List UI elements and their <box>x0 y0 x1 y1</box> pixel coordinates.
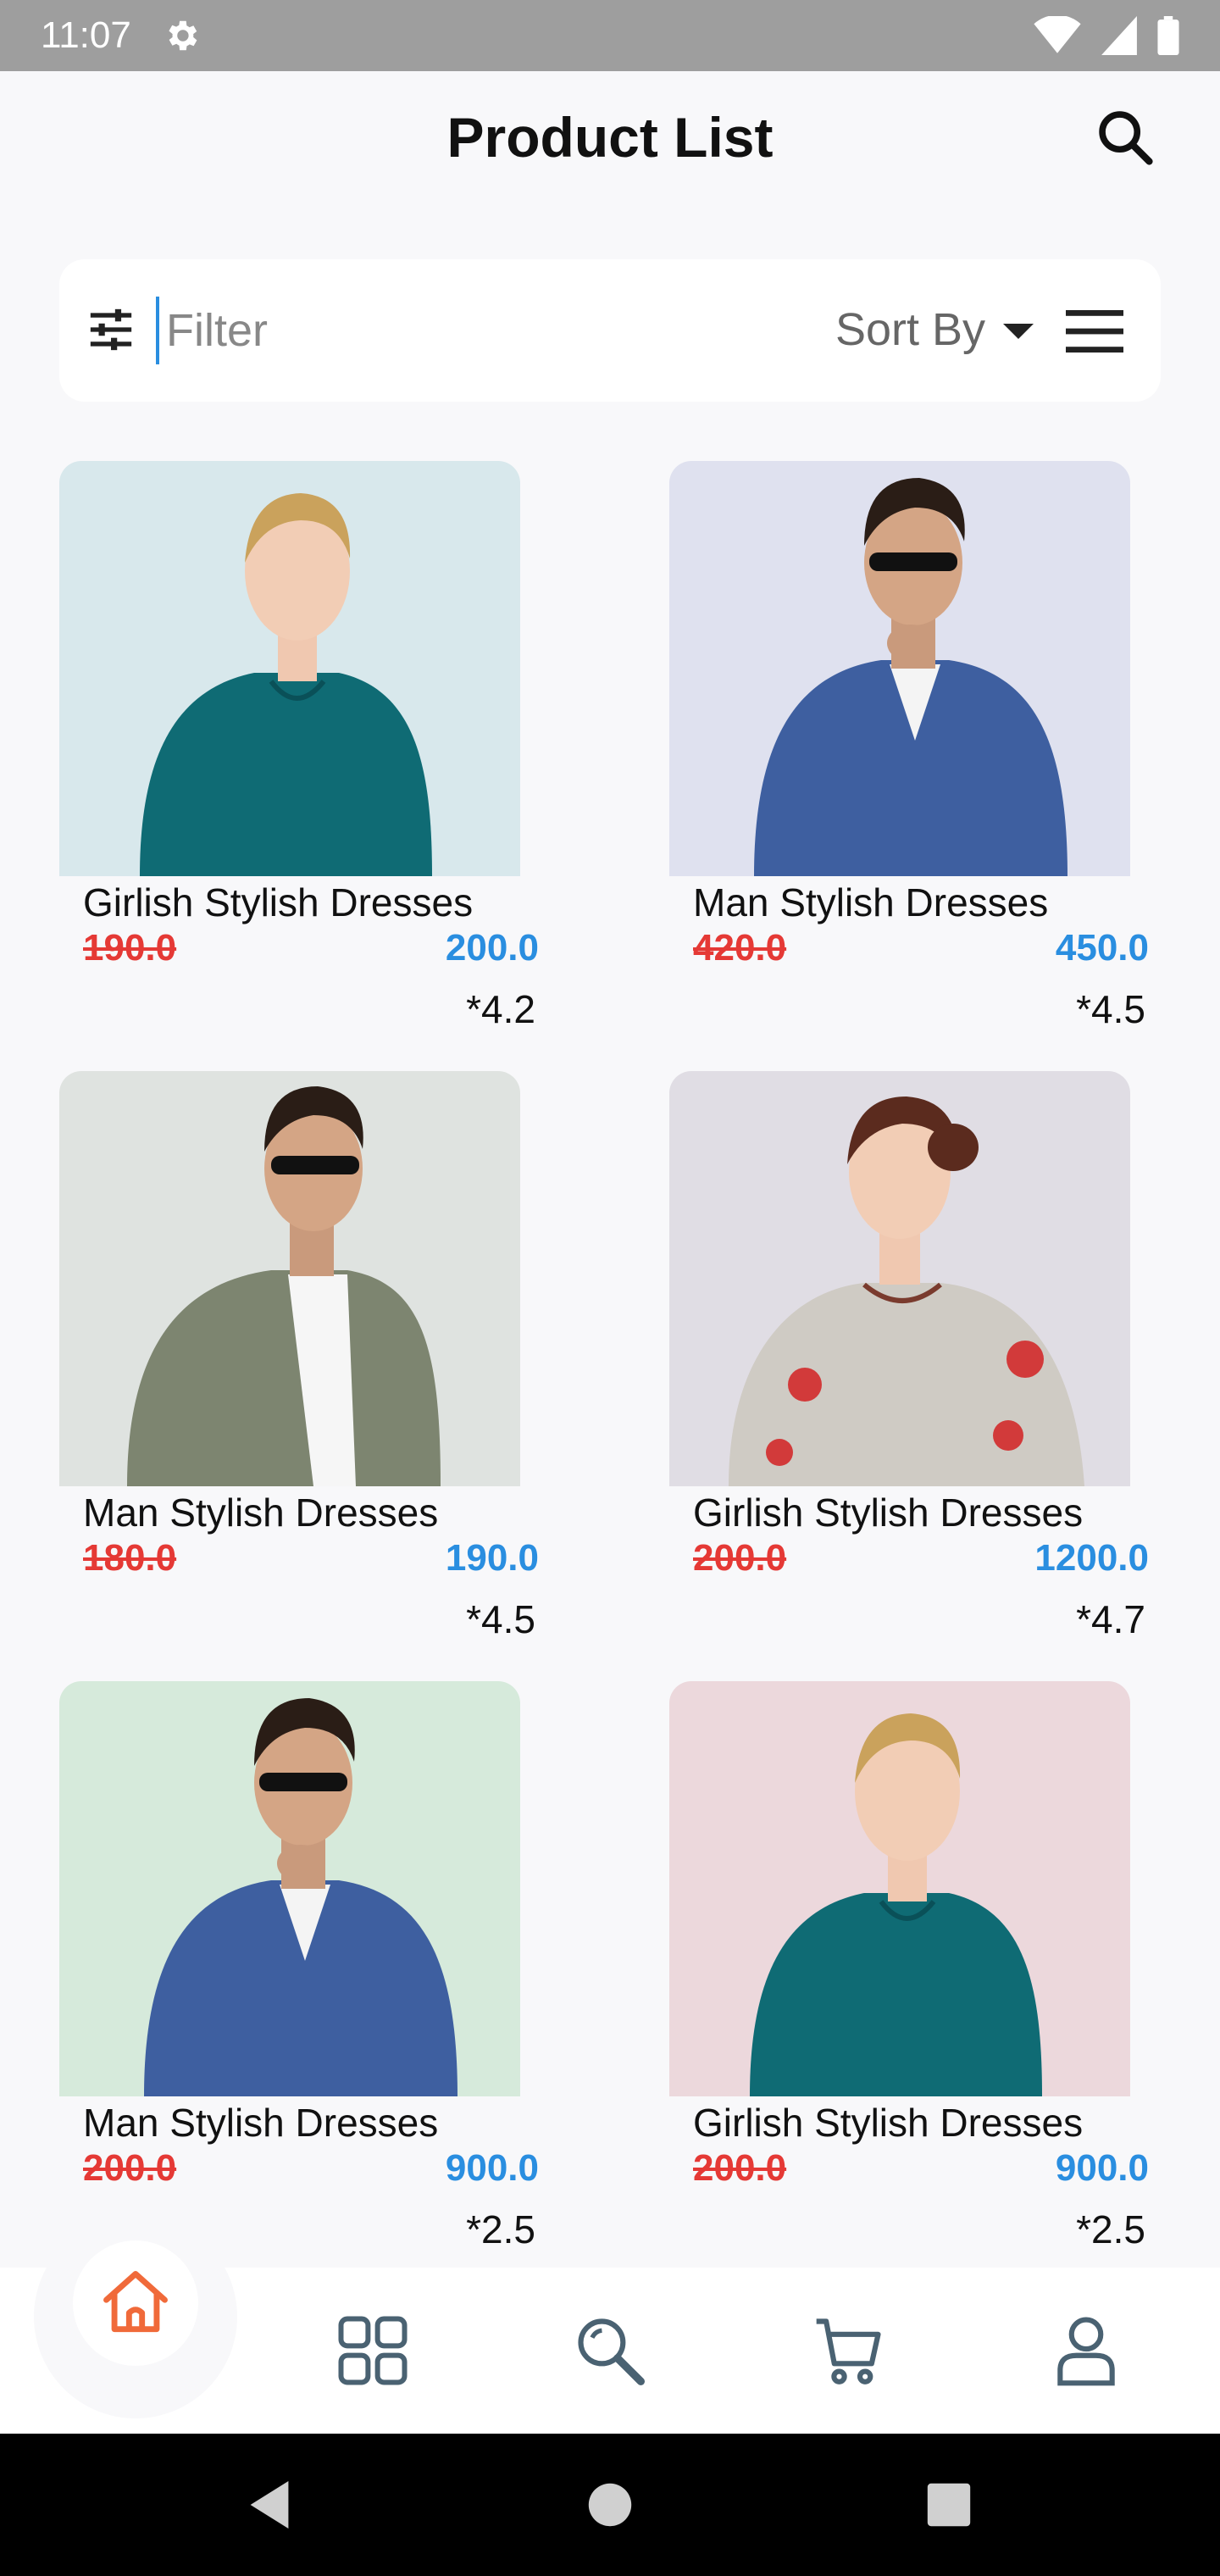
nav-search[interactable] <box>568 2308 652 2393</box>
old-price: 190.0 <box>83 927 177 969</box>
caret-down-icon[interactable] <box>1003 324 1034 339</box>
product-card[interactable]: Man Stylish Dresses 200.0 900.0 *2.5 <box>59 1681 539 2274</box>
product-name: Girlish Stylish Dresses <box>693 1491 1084 1535</box>
old-price: 200.0 <box>83 2147 177 2189</box>
home-circle-icon[interactable] <box>586 2481 634 2529</box>
product-image[interactable] <box>669 461 1130 876</box>
nav-home[interactable] <box>73 2240 198 2366</box>
sliders-icon[interactable] <box>86 305 136 354</box>
new-price: 450.0 <box>1055 927 1149 969</box>
product-name: Man Stylish Dresses <box>83 2101 439 2145</box>
sort-by-dropdown[interactable]: Sort By <box>835 303 985 356</box>
rating: *4.5 <box>1076 987 1145 1031</box>
nav-categories[interactable] <box>330 2308 415 2393</box>
nav-cart[interactable] <box>807 2308 891 2393</box>
product-image[interactable] <box>59 1681 520 2096</box>
product-card[interactable]: Girlish Stylish Dresses 200.0 1200.0 *4.… <box>669 1071 1149 1664</box>
filter-input[interactable] <box>156 297 590 364</box>
rating: *2.5 <box>1076 2207 1145 2251</box>
product-name: Man Stylish Dresses <box>83 1491 439 1535</box>
signal-icon <box>1101 16 1137 55</box>
nav-profile[interactable] <box>1044 2308 1128 2393</box>
app-header: Product List <box>0 71 1220 207</box>
back-icon[interactable] <box>246 2481 293 2529</box>
rating: *4.7 <box>1076 1597 1145 1641</box>
rating: *4.5 <box>466 1597 535 1641</box>
battery-icon <box>1157 16 1179 55</box>
grid-icon[interactable] <box>335 2312 411 2389</box>
new-price: 200.0 <box>445 927 539 969</box>
product-image[interactable] <box>59 461 520 876</box>
product-image[interactable] <box>59 1071 520 1486</box>
filter-bar: Sort By <box>59 259 1161 402</box>
rating: *2.5 <box>466 2207 535 2251</box>
product-name: Girlish Stylish Dresses <box>693 2101 1084 2145</box>
menu-icon[interactable] <box>1066 310 1123 353</box>
product-card[interactable]: Man Stylish Dresses 180.0 190.0 *4.5 <box>59 1071 539 1664</box>
status-time: 11:07 <box>41 14 131 56</box>
new-price: 1200.0 <box>1034 1537 1149 1579</box>
product-image[interactable] <box>669 1071 1130 1486</box>
search-icon[interactable] <box>1093 105 1157 169</box>
product-card[interactable]: Man Stylish Dresses 420.0 450.0 *4.5 <box>669 461 1149 1054</box>
old-price: 200.0 <box>693 2147 787 2189</box>
product-card[interactable]: Girlish Stylish Dresses 190.0 200.0 *4.2 <box>59 461 539 1054</box>
home-icon[interactable] <box>97 2264 175 2342</box>
product-name: Man Stylish Dresses <box>693 880 1049 924</box>
system-nav <box>0 2434 1220 2576</box>
old-price: 180.0 <box>83 1537 177 1579</box>
new-price: 900.0 <box>445 2147 539 2189</box>
profile-icon[interactable] <box>1047 2312 1125 2390</box>
old-price: 420.0 <box>693 927 787 969</box>
product-card[interactable]: Girlish Stylish Dresses 200.0 900.0 *2.5 <box>669 1681 1149 2274</box>
search-icon[interactable] <box>571 2312 649 2390</box>
gear-icon <box>169 20 197 51</box>
bottom-nav <box>0 2215 1220 2434</box>
new-price: 190.0 <box>445 1537 539 1579</box>
product-image[interactable] <box>669 1681 1130 2096</box>
status-bar: 11:07 <box>0 0 1220 71</box>
recents-icon[interactable] <box>925 2481 973 2529</box>
page-title: Product List <box>446 106 774 169</box>
cart-icon[interactable] <box>810 2312 888 2390</box>
old-price: 200.0 <box>693 1537 787 1579</box>
product-name: Girlish Stylish Dresses <box>83 880 474 924</box>
wifi-icon <box>1034 16 1081 53</box>
rating: *4.2 <box>466 987 535 1031</box>
new-price: 900.0 <box>1055 2147 1149 2189</box>
